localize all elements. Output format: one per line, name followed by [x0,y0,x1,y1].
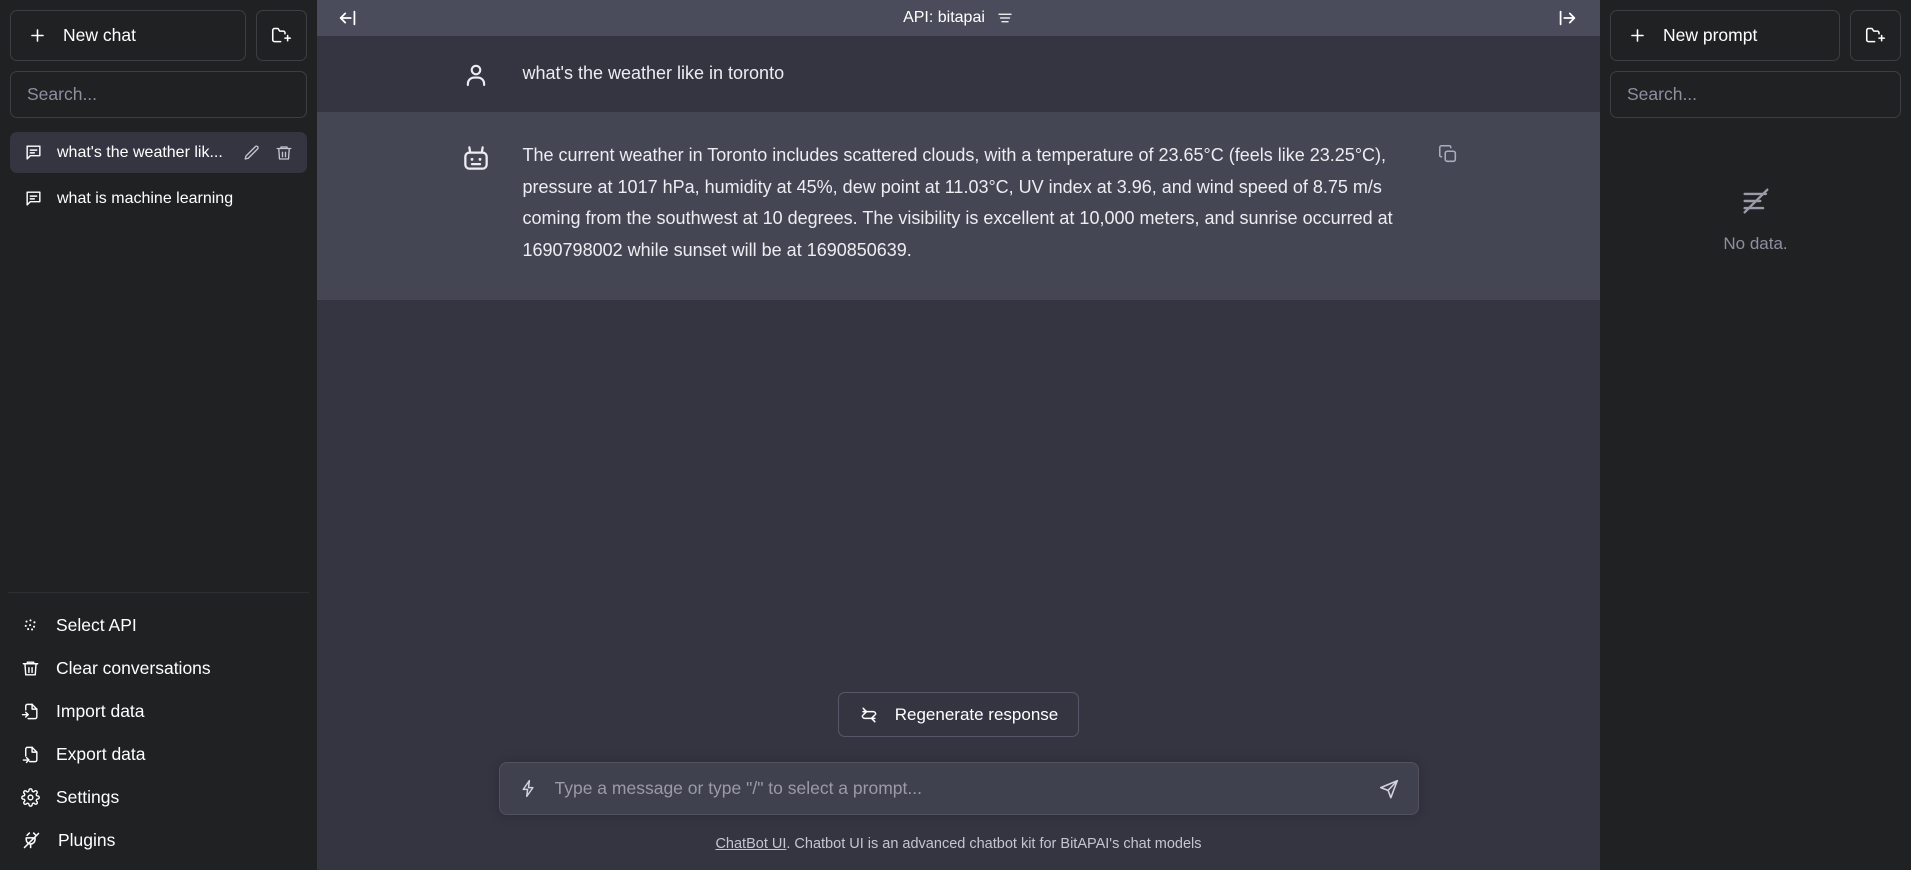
left-search-wrap [8,61,309,118]
folder-plus-icon [271,25,292,46]
message-icon [24,143,43,162]
composer-area: Regenerate response ChatBot UI. Chatbot … [317,692,1600,870]
gear-icon [21,788,40,807]
plus-icon [1628,26,1647,45]
sidebar-item-select-api[interactable]: Select API [8,604,309,647]
sidebar-item-clear-conversations[interactable]: Clear conversations [8,647,309,690]
copy-icon[interactable] [1437,143,1459,165]
new-chat-label: New chat [63,25,136,45]
message-thread: what's the weather like in toronto The c… [317,36,1600,692]
sidebar-item-plugins[interactable]: Plugins [8,819,309,862]
chatbot-ui-link[interactable]: ChatBot UI [715,836,786,852]
message-text: The current weather in Toronto includes … [522,145,1393,260]
new-prompt-folder-button[interactable] [1850,10,1901,61]
user-icon [461,60,491,90]
new-prompt-label: New prompt [1663,25,1758,45]
right-search-wrap [1608,61,1903,118]
message-composer [498,762,1419,815]
pencil-icon[interactable] [243,144,261,162]
prompts-empty-state: No data. [1608,184,1903,254]
dots-scatter-icon [21,616,40,635]
sidebar-item-label: Settings [56,786,120,807]
chat-area: API: bitapai what's the weather like in [317,0,1600,870]
left-sidebar-top-row: New chat [8,8,309,61]
hamburger-icon[interactable] [996,9,1014,27]
sidebar-item-label: Export data [56,743,146,764]
message-user: what's the weather like in toronto [317,36,1600,112]
conversation-item-weather[interactable]: what's the weather lik... [10,132,307,173]
right-sidebar-top-row: New prompt [1608,8,1903,61]
message-body: The current weather in Toronto includes … [523,140,1459,266]
trash-icon [21,659,40,678]
plus-icon [28,26,47,45]
message-icon [24,189,43,208]
left-sidebar-menu: Select API Clear conversations Import da… [8,592,309,862]
app-root: New chat what's the weather lik... [0,0,1911,870]
sidebar-item-export-data[interactable]: Export data [8,733,309,776]
robot-icon [460,142,492,266]
api-title[interactable]: API: bitapai [317,9,1600,27]
message-input[interactable] [554,778,1362,799]
api-title-label: API: bitapai [903,9,985,26]
send-icon[interactable] [1378,778,1400,800]
sidebar-item-label: Clear conversations [56,657,211,678]
right-sidebar: New prompt No data. [1600,0,1911,870]
file-import-icon [21,702,40,721]
plug-icon [21,830,42,851]
lightning-icon[interactable] [518,778,539,799]
conversation-label: what's the weather lik... [57,143,223,161]
file-export-icon [21,745,40,764]
arrow-bar-right-icon[interactable] [1556,7,1578,29]
avatar [459,140,493,266]
empty-label: No data. [1723,234,1788,253]
conversation-label: what is machine learning [57,189,234,207]
new-prompt-button[interactable]: New prompt [1610,10,1840,61]
footer: ChatBot UI. Chatbot UI is an advanced ch… [715,815,1201,870]
trash-icon[interactable] [275,144,293,162]
sidebar-item-label: Select API [56,614,137,635]
sidebar-item-label: Import data [56,700,145,721]
left-sidebar: New chat what's the weather lik... [0,0,317,870]
sidebar-item-label: Plugins [58,829,116,850]
avatar [459,58,493,90]
conversation-item-machine-learning[interactable]: what is machine learning [10,178,307,219]
message-inner: what's the weather like in toronto [459,36,1459,112]
folder-plus-icon [1865,25,1886,46]
sidebar-item-import-data[interactable]: Import data [8,690,309,733]
conversation-list: what's the weather lik... what is machin… [8,132,309,224]
no-data-icon [1739,184,1773,218]
search-conversations-input[interactable] [10,71,307,118]
sidebar-item-settings[interactable]: Settings [8,776,309,819]
message-text: what's the weather like in toronto [522,63,785,83]
new-chat-button[interactable]: New chat [10,10,246,61]
new-folder-button[interactable] [256,10,307,61]
message-assistant: The current weather in Toronto includes … [317,112,1600,300]
left-sidebar-spacer [8,224,309,592]
search-prompts-input[interactable] [1610,71,1901,118]
arrow-bar-left-icon[interactable] [337,7,359,29]
regenerate-label: Regenerate response [894,704,1059,724]
regenerate-response-button[interactable]: Regenerate response [837,692,1080,737]
footer-text: . Chatbot UI is an advanced chatbot kit … [786,836,1202,852]
message-inner: The current weather in Toronto includes … [459,112,1459,300]
conversation-actions [243,144,293,162]
refresh-icon [859,705,879,725]
top-bar: API: bitapai [317,0,1600,36]
